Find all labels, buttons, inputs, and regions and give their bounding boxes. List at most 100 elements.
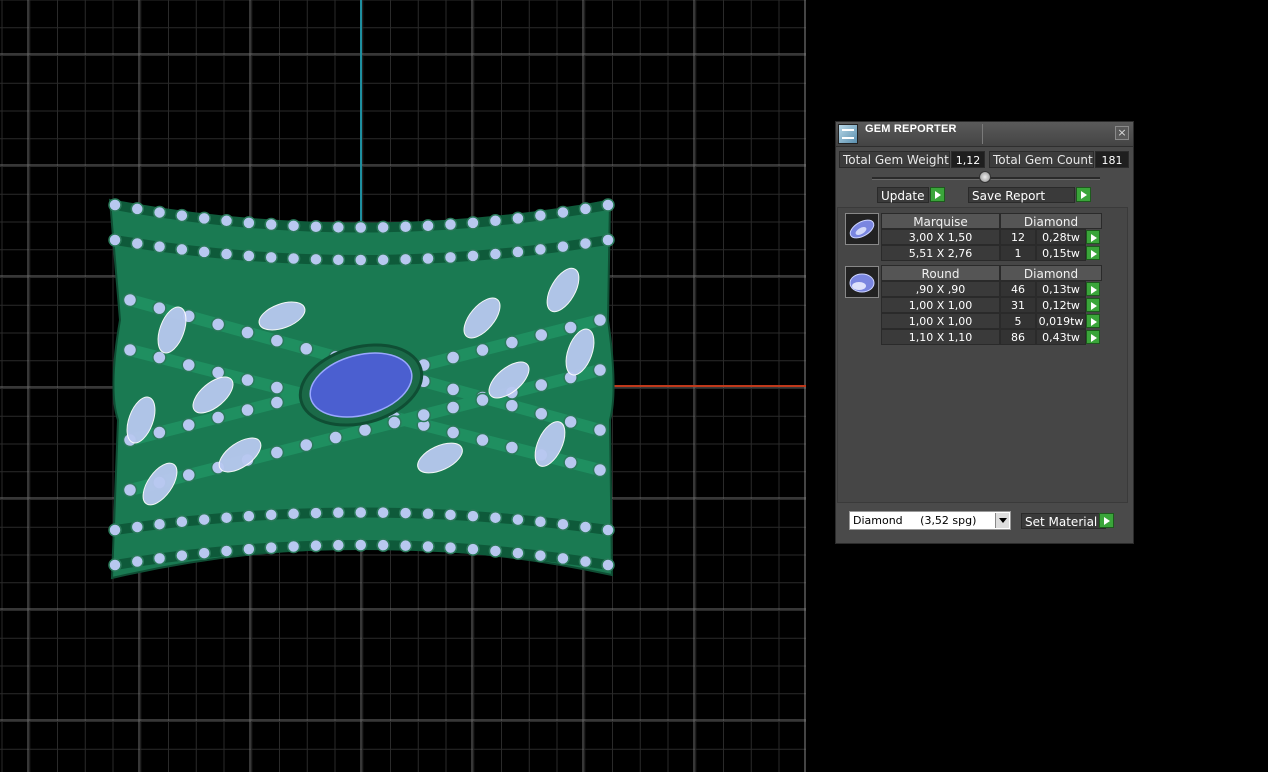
round-stone — [533, 208, 548, 223]
round-stone — [601, 523, 615, 537]
round-stone — [421, 507, 435, 521]
round-stone — [445, 425, 461, 440]
total-gem-weight-label: Total Gem Weight — [839, 151, 950, 168]
round-stone — [466, 542, 480, 556]
round-stone — [181, 467, 196, 483]
round-stone — [534, 377, 549, 393]
round-stone — [533, 242, 548, 257]
gem-weight-cell: 0,43tw — [1036, 329, 1086, 345]
total-gem-count-label: Total Gem Count — [989, 151, 1094, 168]
round-stone — [331, 538, 346, 552]
group-shape-header: Marquise — [881, 213, 1000, 229]
round-stone — [242, 249, 256, 263]
round-stone — [210, 410, 226, 425]
round-stone — [152, 517, 167, 531]
gem-weight-cell: 0,15tw — [1036, 245, 1086, 261]
update-button[interactable]: Update — [877, 187, 929, 203]
viewport-scene[interactable] — [0, 0, 806, 772]
round-stone — [175, 208, 189, 223]
gem-weight-cell: 0,019tw — [1036, 313, 1086, 329]
save-report-play-icon[interactable] — [1076, 187, 1091, 202]
round-stone — [354, 253, 368, 267]
round-stone — [122, 482, 138, 498]
round-stone — [331, 220, 346, 235]
total-gem-count-value: 181 — [1095, 151, 1129, 168]
round-stone — [309, 252, 323, 267]
round-stone — [269, 380, 285, 395]
round-stone — [309, 506, 323, 520]
round-stone — [331, 253, 346, 267]
update-play-icon[interactable] — [930, 187, 945, 202]
round-stone — [443, 508, 458, 522]
round-stone — [376, 505, 390, 520]
round-stone — [398, 506, 413, 520]
round-stone — [421, 251, 435, 266]
gem-size-cell: 1,00 X 1,00 — [881, 313, 1000, 329]
round-stone — [511, 245, 525, 259]
round-stone — [488, 510, 503, 525]
round-stone — [240, 402, 255, 418]
round-stone — [152, 300, 167, 316]
set-material-play-icon[interactable] — [1099, 513, 1114, 528]
round-stone — [309, 220, 323, 234]
row-select-play-icon[interactable] — [1086, 298, 1100, 312]
save-report-button[interactable]: Save Report — [968, 187, 1075, 203]
round-stone — [197, 512, 211, 527]
round-stone — [269, 445, 285, 460]
chevron-down-icon[interactable] — [995, 513, 1009, 528]
round-stone — [219, 510, 234, 525]
round-stone — [445, 350, 461, 365]
round-stone — [578, 520, 593, 534]
round-stone — [563, 455, 578, 470]
round-stone — [601, 558, 615, 572]
material-select[interactable]: Diamond (3,52 spg) — [849, 511, 1011, 530]
round-stone — [443, 540, 458, 555]
3d-viewport[interactable] — [0, 0, 806, 772]
row-select-play-icon[interactable] — [1086, 314, 1100, 328]
close-button[interactable]: × — [1115, 126, 1129, 140]
round-stone — [488, 214, 503, 228]
round-stone — [354, 220, 368, 235]
row-select-play-icon[interactable] — [1086, 330, 1100, 344]
panel-titlebar[interactable]: GEM REPORTER × — [836, 122, 1133, 147]
round-stone — [122, 292, 138, 308]
round-stone — [264, 217, 278, 232]
gem-size-cell: 5,51 X 2,76 — [881, 245, 1000, 261]
gem-size-cell: 1,00 X 1,00 — [881, 297, 1000, 313]
gem-count-cell: 31 — [1000, 297, 1036, 313]
round-stone — [152, 551, 167, 566]
round-stone — [488, 544, 503, 558]
gem-count-cell: 46 — [1000, 281, 1036, 297]
round-stone — [416, 407, 431, 423]
round-stone — [354, 505, 368, 520]
gem-count-cell: 1 — [1000, 245, 1036, 261]
row-select-play-icon[interactable] — [1086, 246, 1100, 260]
round-stone — [219, 214, 234, 228]
row-select-play-icon[interactable] — [1086, 282, 1100, 296]
round-stone — [299, 341, 314, 356]
gem-list[interactable]: Marquise Diamond 3,00 X 1,50 12 0,28tw 5… — [837, 207, 1128, 503]
round-stone — [398, 538, 413, 553]
round-stone — [592, 462, 608, 478]
round-stone — [534, 327, 549, 343]
round-stone — [152, 239, 167, 254]
round-stone — [242, 509, 256, 523]
round-stone — [152, 425, 167, 440]
round-stone — [504, 398, 520, 413]
round-stone — [592, 422, 608, 438]
round-stone — [533, 548, 548, 563]
material-select-value: Diamond (3,52 spg) — [853, 514, 977, 527]
gem-count-cell: 5 — [1000, 313, 1036, 329]
round-stone — [269, 333, 285, 348]
round-stone — [578, 202, 593, 216]
round-stone — [130, 202, 145, 216]
round-stone — [286, 251, 301, 266]
round-stone — [219, 544, 234, 558]
gem-reporter-app-icon — [838, 124, 858, 144]
row-select-play-icon[interactable] — [1086, 230, 1100, 244]
slider-thumb[interactable] — [979, 171, 991, 183]
round-stone — [563, 414, 578, 430]
set-material-button[interactable]: Set Material — [1021, 513, 1106, 529]
round-stone — [210, 317, 226, 332]
round-stone — [354, 538, 368, 552]
